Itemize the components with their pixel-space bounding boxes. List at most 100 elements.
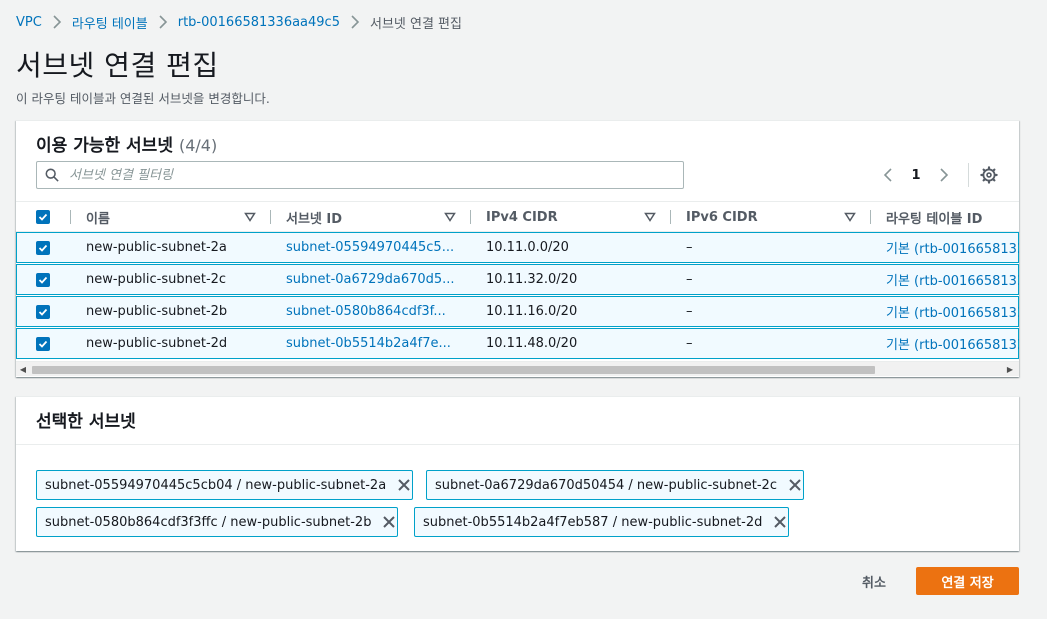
selected-subnets-title: 선택한 서브넷 <box>36 412 136 432</box>
selected-subnet-token: subnet-0a6729da670d50454 / new-public-su… <box>426 470 804 500</box>
cell-subnet-id-link[interactable]: subnet-0580b864cdf3f... <box>286 297 446 326</box>
breadcrumb-route-table-id[interactable]: rtb-00166581336aa49c5 <box>178 15 340 30</box>
table-header: 이름 서브넷 ID IPv4 CIDR IPv6 CIDR 라우팅 테이블 ID <box>16 201 1019 232</box>
row-checkbox[interactable] <box>36 304 50 319</box>
cell-route-table-link[interactable]: 기본 (rtb-0016658133 <box>886 329 1019 358</box>
column-separator <box>670 210 671 224</box>
selected-subnets-panel: 선택한 서브넷 subnet-05594970445c5cb04 / new-p… <box>16 396 1019 551</box>
table-row[interactable]: new-public-subnet-2b subnet-0580b864cdf3… <box>16 296 1019 327</box>
select-all-checkbox[interactable] <box>36 210 50 224</box>
page-title: 서브넷 연결 편집 <box>16 49 219 82</box>
filter-input[interactable] <box>69 167 629 183</box>
cell-ipv6: – <box>686 304 693 319</box>
breadcrumb-route-tables[interactable]: 라우팅 테이블 <box>72 13 148 32</box>
row-checkbox[interactable] <box>36 272 50 287</box>
available-subnets-panel: 이용 가능한 서브넷 (4/4) 1 <box>16 120 1019 377</box>
table-row[interactable]: new-public-subnet-2c subnet-0a6729da670d… <box>16 264 1019 295</box>
available-subnets-count: (4/4) <box>178 136 218 155</box>
remove-token-button[interactable] <box>787 477 803 493</box>
page-description: 이 라우팅 테이블과 연결된 서브넷을 변경합니다. <box>16 91 270 106</box>
preferences-button[interactable] <box>979 165 999 185</box>
available-subnets-header: 이용 가능한 서브넷 (4/4) <box>36 131 217 156</box>
table-row[interactable]: new-public-subnet-2d subnet-0b5514b2a4f7… <box>16 328 1019 359</box>
cell-name: new-public-subnet-2a <box>86 240 227 255</box>
cell-ipv6: – <box>686 272 693 287</box>
token-label: subnet-0580b864cdf3f3ffc / new-public-su… <box>45 514 372 530</box>
scroll-left-icon[interactable]: ◀ <box>19 365 27 374</box>
select-all-cell <box>36 202 50 232</box>
save-associations-button[interactable]: 연결 저장 <box>916 567 1019 595</box>
available-subnets-title: 이용 가능한 서브넷 <box>36 136 173 156</box>
breadcrumb-vpc[interactable]: VPC <box>16 15 42 30</box>
subnets-table: 이름 서브넷 ID IPv4 CIDR IPv6 CIDR 라우팅 테이블 ID… <box>16 201 1019 376</box>
previous-page-button[interactable] <box>878 165 898 185</box>
column-separator <box>470 210 471 224</box>
checkmark-icon <box>38 244 48 252</box>
row-checkbox[interactable] <box>36 240 50 255</box>
column-separator <box>870 210 871 224</box>
filter-field[interactable] <box>36 161 684 189</box>
cell-ipv4: 10.11.16.0/20 <box>486 304 578 319</box>
table-row[interactable]: new-public-subnet-2a subnet-05594970445c… <box>16 232 1019 263</box>
remove-token-button[interactable] <box>396 477 412 493</box>
sort-caret-icon[interactable] <box>444 211 456 223</box>
cell-name: new-public-subnet-2c <box>86 272 227 287</box>
scroll-right-icon[interactable]: ▶ <box>1006 365 1014 374</box>
selected-subnets-header: 선택한 서브넷 <box>16 397 1019 445</box>
column-separator <box>270 210 271 224</box>
close-icon <box>789 479 801 491</box>
breadcrumb: VPC 라우팅 테이블 rtb-00166581336aa49c5 서브넷 연결… <box>16 12 462 32</box>
next-page-button[interactable] <box>934 165 954 185</box>
cell-subnet-id-link[interactable]: subnet-0a6729da670d5... <box>286 265 455 294</box>
checkmark-icon <box>38 308 48 316</box>
token-label: subnet-0b5514b2a4f7eb587 / new-public-su… <box>423 514 763 530</box>
cell-subnet-id-link[interactable]: subnet-05594970445c5... <box>286 233 454 262</box>
page: VPC 라우팅 테이블 rtb-00166581336aa49c5 서브넷 연결… <box>0 0 1047 619</box>
sort-caret-icon[interactable] <box>644 211 656 223</box>
column-separator <box>70 210 71 224</box>
cell-ipv4: 10.11.0.0/20 <box>486 240 569 255</box>
remove-token-button[interactable] <box>381 514 397 530</box>
cell-route-table-link[interactable]: 기본 (rtb-0016658133 <box>886 297 1019 326</box>
checkmark-icon <box>38 340 48 348</box>
cell-route-table-link[interactable]: 기본 (rtb-0016658133 <box>886 233 1019 262</box>
cell-name: new-public-subnet-2d <box>86 336 228 351</box>
chevron-left-icon <box>883 168 892 182</box>
token-label: subnet-0a6729da670d50454 / new-public-su… <box>435 477 777 493</box>
checkmark-icon <box>38 276 48 284</box>
chevron-right-icon <box>340 15 370 29</box>
cell-ipv4: 10.11.32.0/20 <box>486 272 578 287</box>
horizontal-scrollbar[interactable]: ◀ ▶ <box>16 361 1019 376</box>
selected-subnet-token: subnet-05594970445c5cb04 / new-public-su… <box>36 470 414 500</box>
chevron-right-icon <box>42 15 72 29</box>
column-header-ipv6-cidr[interactable]: IPv6 CIDR <box>686 202 886 232</box>
selected-subnet-token: subnet-0b5514b2a4f7eb587 / new-public-su… <box>414 507 790 537</box>
page-number[interactable]: 1 <box>898 168 934 183</box>
cell-ipv4: 10.11.48.0/20 <box>486 336 578 351</box>
cancel-button[interactable]: 취소 <box>846 567 902 595</box>
cell-subnet-id-link[interactable]: subnet-0b5514b2a4f7e... <box>286 329 451 358</box>
gear-icon <box>980 166 998 184</box>
checkmark-icon <box>38 213 48 221</box>
sort-caret-icon[interactable] <box>244 211 256 223</box>
close-icon <box>383 516 396 528</box>
selected-subnet-token: subnet-0580b864cdf3f3ffc / new-public-su… <box>36 507 399 537</box>
chevron-right-icon <box>148 15 178 29</box>
cell-route-table-link[interactable]: 기본 (rtb-0016658133 <box>886 265 1019 294</box>
cell-name: new-public-subnet-2b <box>86 304 228 319</box>
scrollbar-thumb[interactable] <box>32 366 875 374</box>
row-checkbox[interactable] <box>36 336 50 351</box>
column-header-ipv4-cidr[interactable]: IPv4 CIDR <box>486 202 686 232</box>
chevron-right-icon <box>940 168 949 182</box>
column-header-name[interactable]: 이름 <box>86 202 286 232</box>
column-header-route-table-id[interactable]: 라우팅 테이블 ID <box>886 202 1019 232</box>
pager-divider <box>968 163 969 187</box>
cell-ipv6: – <box>686 336 693 351</box>
close-icon <box>398 479 410 491</box>
column-header-subnet-id[interactable]: 서브넷 ID <box>286 202 486 232</box>
pagination: 1 <box>878 163 999 187</box>
close-icon <box>774 516 787 528</box>
sort-caret-icon[interactable] <box>844 211 856 223</box>
remove-token-button[interactable] <box>772 514 788 530</box>
token-label: subnet-05594970445c5cb04 / new-public-su… <box>45 477 387 493</box>
